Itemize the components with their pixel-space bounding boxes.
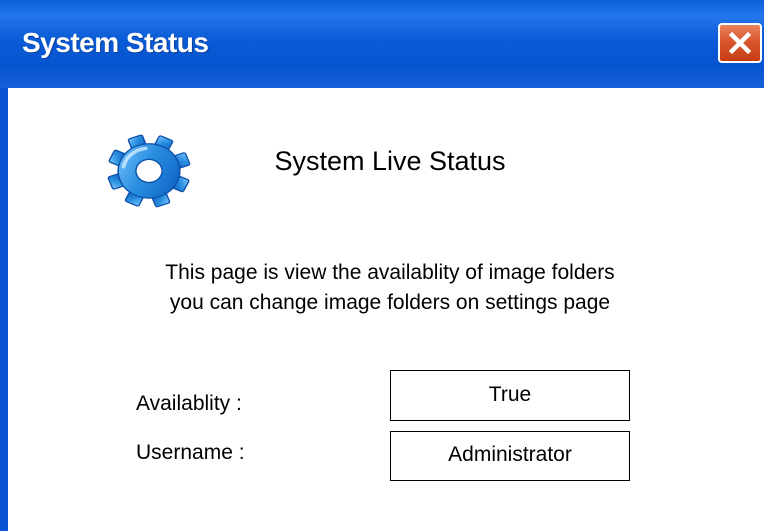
availability-label: Availablity : [136, 392, 242, 415]
system-status-window: System Status System Live Status This pa… [0, 0, 764, 531]
username-value: Administrator [390, 431, 630, 481]
window-left-border [0, 88, 8, 531]
close-icon [728, 31, 752, 55]
availability-value: True [390, 370, 630, 421]
page-heading: System Live Status [274, 146, 506, 176]
gear-icon [107, 134, 191, 208]
close-button[interactable] [718, 23, 762, 63]
window-title: System Status [22, 27, 209, 58]
username-label: Username : [136, 441, 245, 464]
description: This page is view the availablity of ima… [60, 258, 720, 318]
description-line-1: This page is view the availablity of ima… [165, 261, 615, 284]
title-bar[interactable]: System Status [0, 0, 764, 88]
description-line-2: you can change image folders on settings… [169, 291, 611, 314]
